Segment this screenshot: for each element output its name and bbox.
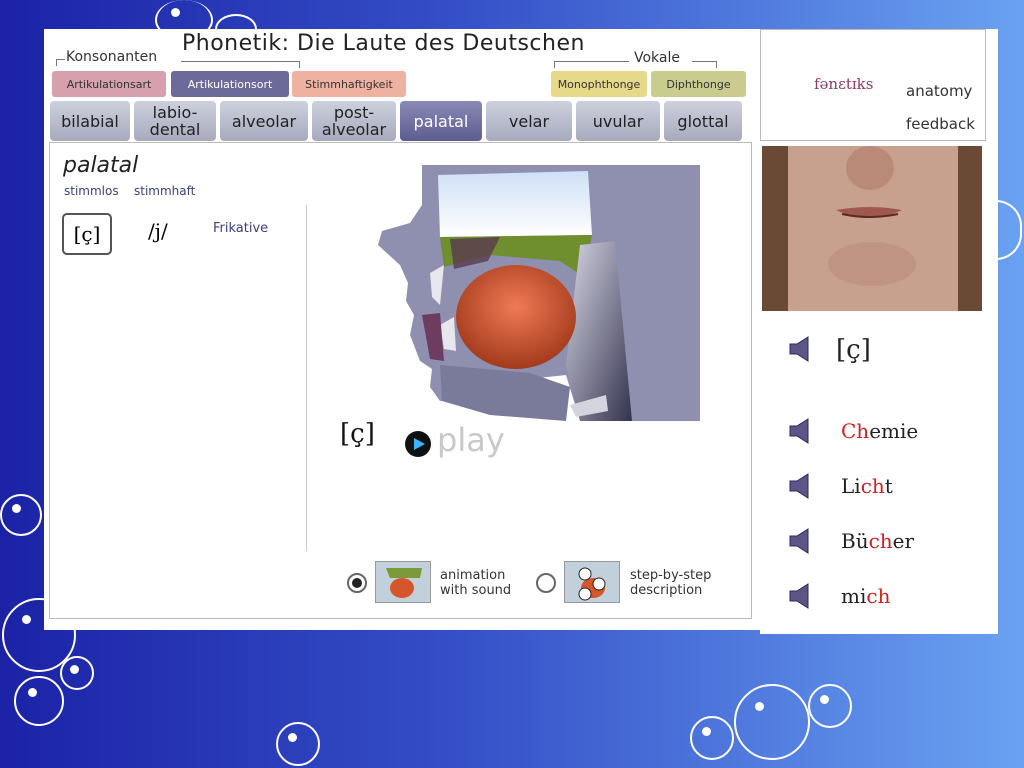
tab-labiodental-label: labio- dental bbox=[149, 103, 201, 139]
speaker-icon[interactable] bbox=[788, 472, 814, 500]
tab-diphthonge[interactable]: Diphthonge bbox=[651, 71, 746, 97]
phonetics-logo: fənɛtɪks bbox=[814, 75, 874, 93]
speaker-icon[interactable] bbox=[788, 417, 814, 445]
example-word-chemie[interactable]: Chemie bbox=[841, 419, 918, 443]
word-part: emie bbox=[869, 419, 919, 443]
nasal-cavity bbox=[438, 171, 592, 237]
tab-stimmhaftigkeit[interactable]: Stimmhaftigkeit bbox=[292, 71, 406, 97]
example-word-mich[interactable]: mich bbox=[841, 584, 890, 608]
word-highlight: Ch bbox=[841, 419, 870, 443]
tab-artikulationsart[interactable]: Artikulationsart bbox=[52, 71, 166, 97]
animation-option-label: animation with sound bbox=[440, 568, 512, 598]
bubble-decoration bbox=[0, 494, 42, 536]
bubble-decoration bbox=[276, 722, 320, 766]
bubble-decoration bbox=[996, 200, 1022, 260]
page-title: Phonetik: Die Laute des Deutschen bbox=[182, 31, 585, 56]
word-highlight: ch bbox=[866, 584, 891, 608]
example-word-licht[interactable]: Licht bbox=[841, 474, 893, 498]
speaker-icon[interactable] bbox=[788, 335, 814, 363]
speaker-icon[interactable] bbox=[788, 582, 814, 610]
symbol-voiced-button[interactable]: /j/ bbox=[148, 219, 168, 243]
ipa-display: [ç] bbox=[340, 419, 375, 449]
face-image bbox=[762, 146, 982, 311]
bubble-decoration bbox=[60, 656, 94, 690]
main-panel: Phonetik: Die Laute des Deutschen Konson… bbox=[44, 29, 760, 630]
play-button[interactable]: play bbox=[437, 421, 505, 459]
tab-artikulationsort[interactable]: Artikulationsort bbox=[171, 71, 289, 97]
speaker-icon[interactable] bbox=[788, 527, 814, 555]
voiced-label: stimmhaft bbox=[134, 184, 196, 198]
consonants-bracket bbox=[56, 59, 65, 66]
bubble-decoration bbox=[808, 684, 852, 728]
column-divider bbox=[306, 205, 307, 551]
word-part: Bü bbox=[841, 529, 869, 553]
step-by-step-thumbnail[interactable] bbox=[564, 561, 620, 603]
right-panel: fənɛtɪks anatomy feedback [ç] Chemie Lic… bbox=[760, 29, 998, 634]
step-by-step-option-label: step-by-step description bbox=[630, 568, 712, 598]
tongue bbox=[456, 265, 576, 369]
radio-step-by-step[interactable] bbox=[536, 573, 556, 593]
bubble-decoration bbox=[690, 716, 734, 760]
tab-velar[interactable]: velar bbox=[486, 101, 572, 141]
sound-symbol: [ç] bbox=[836, 335, 871, 365]
example-word-buecher[interactable]: Bücher bbox=[841, 529, 914, 553]
bubble-decoration bbox=[734, 684, 810, 760]
nav-feedback[interactable]: feedback bbox=[906, 115, 975, 133]
vowels-bracket bbox=[554, 61, 629, 68]
radio-animation[interactable] bbox=[347, 573, 367, 593]
place-heading: palatal bbox=[63, 153, 139, 178]
tab-postalveolar-label: post- alveolar bbox=[321, 103, 387, 139]
tab-alveolar[interactable]: alveolar bbox=[220, 101, 308, 141]
word-highlight: ch bbox=[860, 474, 885, 498]
bubble-decoration bbox=[14, 676, 64, 726]
speaker-face-video bbox=[762, 146, 982, 311]
tab-glottal[interactable]: glottal bbox=[664, 101, 742, 141]
vocal-tract-illustration bbox=[378, 165, 700, 421]
word-part: mi bbox=[841, 584, 867, 608]
content-area: palatal stimmlos stimmhaft [ç] /j/ Frika… bbox=[49, 142, 752, 619]
animation-thumbnail[interactable] bbox=[375, 561, 431, 603]
animation-thumbnail-icon bbox=[376, 562, 430, 602]
word-part: Li bbox=[841, 474, 861, 498]
consonants-bracket bbox=[181, 61, 300, 68]
nav-anatomy[interactable]: anatomy bbox=[906, 82, 972, 100]
word-part: er bbox=[892, 529, 915, 553]
vowels-group-label: Vokale bbox=[634, 50, 680, 66]
manner-label: Frikative bbox=[213, 221, 269, 236]
voiceless-label: stimmlos bbox=[64, 184, 119, 198]
vowels-bracket bbox=[692, 61, 717, 68]
play-icon[interactable] bbox=[405, 431, 431, 457]
tab-uvular[interactable]: uvular bbox=[576, 101, 660, 141]
tab-labiodental[interactable]: labio- dental bbox=[134, 101, 216, 141]
symbol-voiceless-button[interactable]: [ç] bbox=[62, 213, 112, 255]
consonants-group-label: Konsonanten bbox=[66, 49, 158, 65]
tab-palatal[interactable]: palatal bbox=[400, 101, 482, 141]
tab-bilabial[interactable]: bilabial bbox=[50, 101, 130, 141]
step-by-step-thumbnail-icon bbox=[565, 562, 619, 602]
tab-monophthonge[interactable]: Monophthonge bbox=[551, 71, 647, 97]
word-highlight: ch bbox=[868, 529, 893, 553]
word-part: t bbox=[884, 474, 893, 498]
tab-postalveolar[interactable]: post- alveolar bbox=[312, 101, 396, 141]
